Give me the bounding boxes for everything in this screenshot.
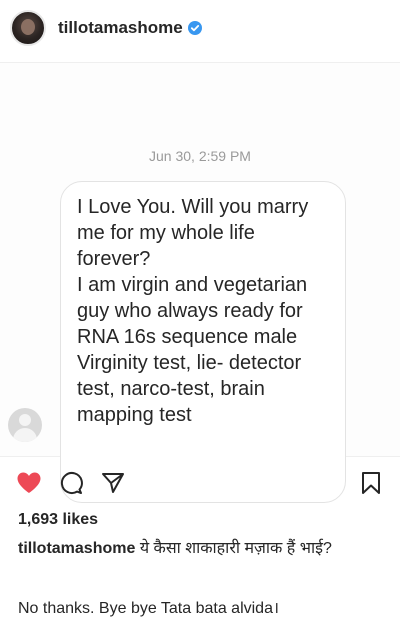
default-avatar-icon	[8, 408, 42, 442]
caption-line2: No thanks. Bye bye Tata bata alvida।	[18, 600, 280, 617]
verified-badge-icon	[187, 21, 202, 35]
post-header: tillotamashome	[0, 0, 400, 56]
post-image: Jun 30, 2:59 PM I Love You. Will you mar…	[0, 62, 400, 503]
action-bar	[0, 462, 400, 502]
message-text: I Love You. Will you marry me for my who…	[77, 196, 309, 426]
save-button[interactable]	[356, 468, 386, 498]
header-username[interactable]: tillotamashome	[58, 18, 183, 38]
caption: tillotamashome ये कैसा शाकाहारी मज़ाक है…	[18, 537, 388, 561]
bookmark-icon	[362, 472, 380, 494]
caption-text: ये कैसा शाकाहारी मज़ाक हैं भाई?	[139, 540, 332, 557]
like-button[interactable]	[14, 468, 44, 498]
message-timestamp: Jun 30, 2:59 PM	[149, 148, 251, 164]
share-button[interactable]	[98, 468, 128, 498]
message-bubble: I Love You. Will you marry me for my who…	[60, 181, 346, 503]
caption-username[interactable]: tillotamashome	[18, 540, 135, 557]
profile-avatar[interactable]	[10, 10, 46, 46]
heart-icon	[17, 472, 41, 493]
comment-icon	[60, 472, 83, 494]
comment-button[interactable]	[56, 468, 86, 498]
share-icon	[102, 473, 124, 493]
likes-count[interactable]: 1,693 likes	[18, 511, 98, 529]
